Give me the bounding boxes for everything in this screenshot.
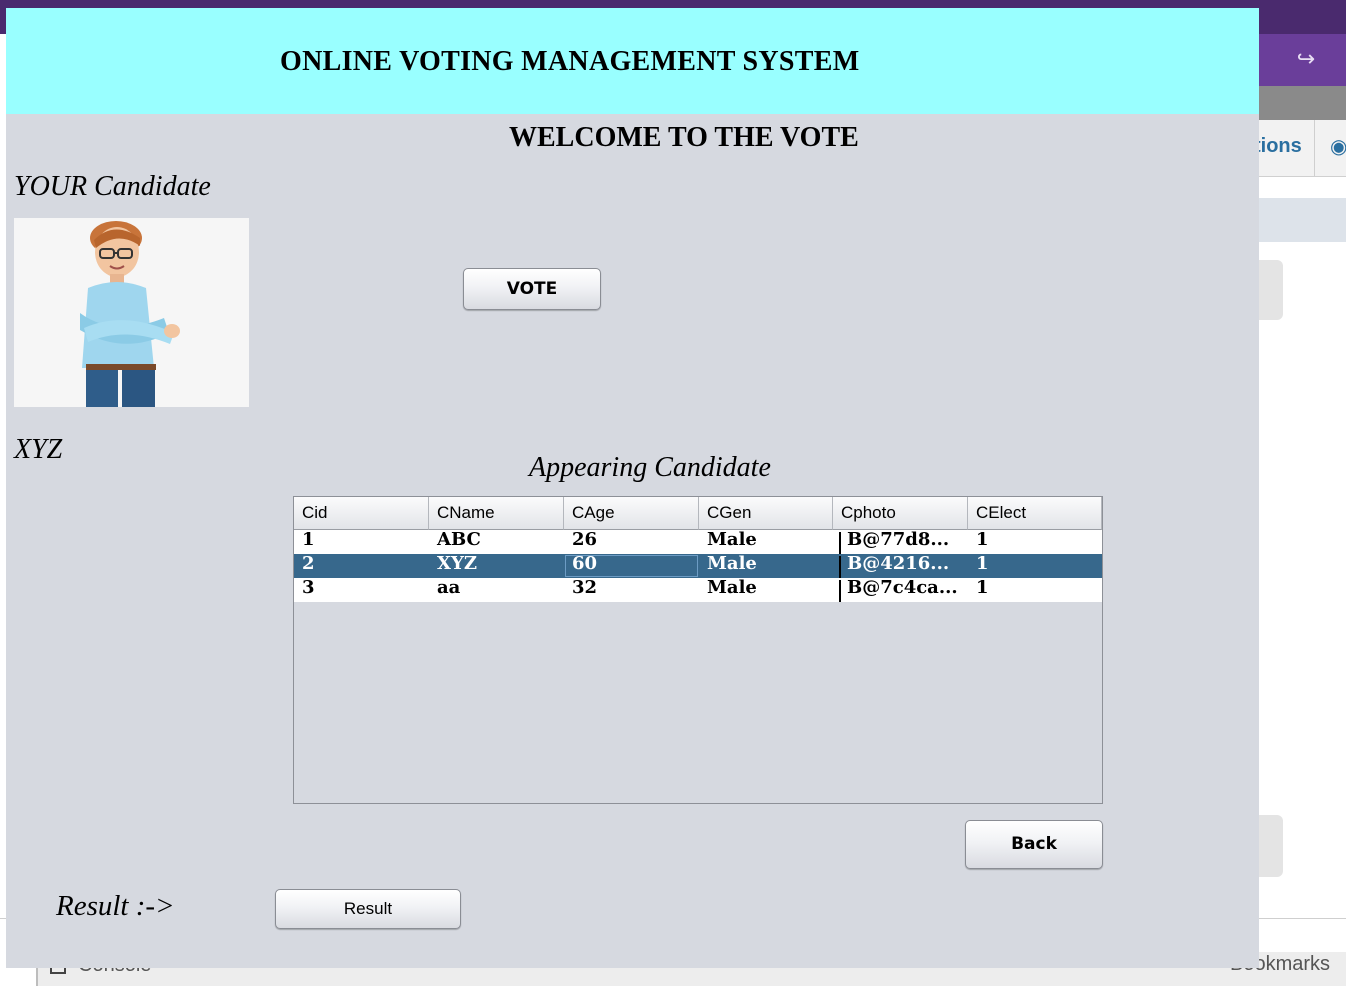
table-row-selected[interactable]: 2 XYZ 60 Male B@4216... 1 — [294, 554, 1102, 578]
background-card — [1259, 815, 1283, 877]
column-header-celect[interactable]: CElect — [968, 497, 1102, 530]
header-band: ONLINE VOTING MANAGEMENT SYSTEM — [6, 8, 1259, 114]
table-cell[interactable]: ABC — [429, 530, 564, 554]
table-row[interactable]: 3 aa 32 Male B@7c4ca... 1 — [294, 578, 1102, 602]
column-header-cphoto[interactable]: Cphoto — [833, 497, 968, 530]
table-cell[interactable]: 1 — [968, 530, 1102, 554]
table-cell[interactable]: aa — [429, 578, 564, 602]
table-cell[interactable]: XYZ — [429, 554, 564, 578]
table-cell[interactable]: B@4216... — [833, 554, 968, 578]
voting-window: ONLINE VOTING MANAGEMENT SYSTEM WELCOME … — [6, 8, 1259, 968]
result-button[interactable]: Result — [275, 889, 461, 929]
column-header-cgen[interactable]: CGen — [699, 497, 833, 530]
background-card — [1259, 260, 1283, 320]
result-label: Result :-> — [56, 890, 175, 922]
welcome-heading: WELCOME TO THE VOTE — [509, 122, 859, 153]
candidate-name: XYZ — [14, 434, 63, 465]
share-icon[interactable]: ↪ — [1292, 46, 1320, 72]
table-body: 1 ABC 26 Male B@77d8... 1 2 XYZ 60 Male … — [294, 530, 1102, 602]
eye-icon[interactable]: ◉ — [1330, 134, 1346, 159]
app-title: ONLINE VOTING MANAGEMENT SYSTEM — [280, 46, 860, 77]
table-cell[interactable]: B@77d8... — [833, 530, 968, 554]
background-tab-separator — [1314, 120, 1315, 176]
column-header-cname[interactable]: CName — [429, 497, 564, 530]
table-cell[interactable]: B@7c4ca... — [833, 578, 968, 602]
candidate-avatar-illustration — [80, 221, 180, 407]
candidate-table[interactable]: Cid CName CAge CGen Cphoto CElect 1 ABC … — [293, 496, 1103, 804]
column-header-cage[interactable]: CAge — [564, 497, 699, 530]
table-cell[interactable]: 3 — [294, 578, 429, 602]
table-cell-focused[interactable]: 60 — [564, 554, 699, 578]
table-cell[interactable]: Male — [699, 578, 833, 602]
background-gray-band — [1259, 86, 1346, 120]
table-cell[interactable]: 1 — [968, 554, 1102, 578]
background-light-band — [1259, 198, 1346, 242]
appearing-candidate-label: Appearing Candidate — [529, 452, 771, 483]
table-row[interactable]: 1 ABC 26 Male B@77d8... 1 — [294, 530, 1102, 554]
table-cell[interactable]: Male — [699, 530, 833, 554]
column-header-cid[interactable]: Cid — [294, 497, 429, 530]
table-cell[interactable]: 2 — [294, 554, 429, 578]
background-tab-label[interactable]: tions — [1254, 135, 1302, 158]
table-cell[interactable]: 1 — [968, 578, 1102, 602]
your-candidate-label: YOUR Candidate — [14, 171, 211, 202]
table-cell[interactable]: 26 — [564, 530, 699, 554]
table-cell[interactable]: 32 — [564, 578, 699, 602]
vote-button[interactable]: VOTE — [463, 268, 601, 310]
table-header: Cid CName CAge CGen Cphoto CElect — [294, 497, 1102, 530]
back-button[interactable]: Back — [965, 820, 1103, 869]
table-cell[interactable]: Male — [699, 554, 833, 578]
table-cell[interactable]: 1 — [294, 530, 429, 554]
candidate-photo — [14, 218, 249, 407]
